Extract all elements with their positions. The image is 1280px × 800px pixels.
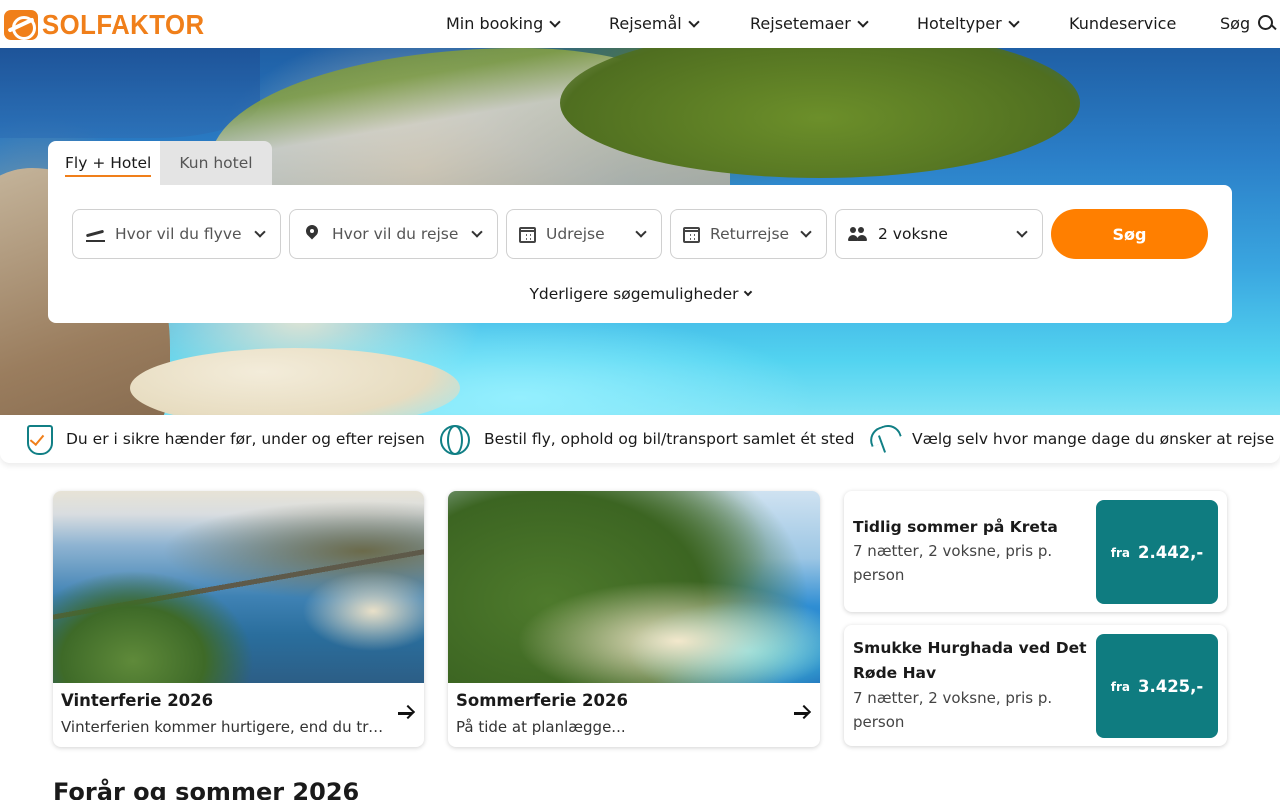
calendar-icon xyxy=(519,227,536,243)
price-prefix: fra xyxy=(1110,546,1130,560)
section-title: Forår og sommer 2026 xyxy=(53,778,360,800)
nav-label: Rejsemål xyxy=(609,14,682,33)
site-header: SOLFAKTOR Min booking Rejsemål Rejsetema… xyxy=(0,0,1280,48)
nav-search-label: Søg xyxy=(1220,14,1251,33)
nav-hoteltyper[interactable]: Hoteltyper xyxy=(917,14,1020,33)
chevron-down-icon xyxy=(635,226,647,238)
departure-date-field[interactable]: Udrejse xyxy=(506,209,662,259)
nav-rejsetemaer[interactable]: Rejsetemaer xyxy=(750,14,869,33)
shield-check-icon xyxy=(26,424,53,455)
tab-label: Kun hotel xyxy=(179,154,253,172)
chevron-down-icon xyxy=(471,226,483,238)
price-badge: fra 3.425,- xyxy=(1096,634,1218,738)
price-value: 3.425,- xyxy=(1137,676,1204,696)
usp-text: Vælg selv hvor mange dage du ønsker at r… xyxy=(912,430,1275,448)
plane-departure-icon xyxy=(85,224,105,244)
deal-subtitle: 7 nætter, 2 voksne, pris p. person xyxy=(853,542,1053,584)
nav-label: Rejsetemaer xyxy=(750,14,851,33)
usp-item: Vælg selv hvor mange dage du ønsker at r… xyxy=(866,423,1274,455)
globe-icon xyxy=(436,424,470,455)
usp-text: Du er i sikre hænder før, under og efter… xyxy=(66,430,425,448)
chevron-down-icon xyxy=(254,226,266,238)
arrow-right-icon[interactable] xyxy=(794,705,810,721)
usp-item: Bestil fly, ophold og bil/transport saml… xyxy=(436,423,854,455)
hero-sea xyxy=(0,48,260,138)
logo-text: SOLFAKTOR xyxy=(42,9,205,40)
card-image xyxy=(53,491,424,683)
chevron-down-icon xyxy=(857,15,869,28)
search-panel: Hvor vil du flyve fra? Hvor vil du rejse… xyxy=(48,185,1232,323)
location-pin-icon xyxy=(302,224,322,244)
chevron-down-icon xyxy=(1008,15,1020,28)
departure-placeholder: Udrejse xyxy=(546,225,605,243)
usp-bar: Du er i sikre hænder før, under og efter… xyxy=(0,415,1280,463)
search-tabs: Fly + Hotel Kun hotel xyxy=(48,141,272,185)
nav-search[interactable]: Søg xyxy=(1220,14,1276,33)
calendar-icon xyxy=(683,227,700,243)
nav-kundeservice[interactable]: Kundeservice xyxy=(1069,14,1176,33)
destination-field[interactable]: Hvor vil du rejse hen? xyxy=(289,209,498,259)
price-prefix: fra xyxy=(1110,680,1130,694)
deal-hurghada[interactable]: Smukke Hurghada ved Det Røde Hav 7 nætte… xyxy=(844,625,1227,746)
card-vinterferie[interactable]: Vinterferie 2026 Vinterferien kommer hur… xyxy=(53,491,424,747)
hero-beach xyxy=(130,348,460,415)
nav-label: Kundeservice xyxy=(1069,14,1177,33)
usp-text: Bestil fly, ophold og bil/transport saml… xyxy=(484,430,855,448)
tab-label: Fly + Hotel xyxy=(65,149,152,177)
from-field[interactable]: Hvor vil du flyve fra? xyxy=(72,209,281,259)
price-badge: fra 2.442,- xyxy=(1096,500,1218,604)
travelers-field[interactable]: 2 voksne xyxy=(835,209,1043,259)
travelers-value: 2 voksne xyxy=(878,225,948,243)
return-placeholder: Returrejse xyxy=(710,225,790,243)
people-icon xyxy=(848,224,868,244)
nav-rejsemaal[interactable]: Rejsemål xyxy=(609,14,700,33)
more-options-label: Yderligere søgemuligheder xyxy=(529,285,739,303)
search-icon xyxy=(1258,14,1276,33)
solfaktor-logo[interactable]: SOLFAKTOR xyxy=(4,9,219,41)
chevron-down-icon xyxy=(743,287,752,297)
nav-label: Min booking xyxy=(446,14,544,33)
destination-placeholder: Hvor vil du rejse hen? xyxy=(332,225,463,243)
more-search-options[interactable]: Yderligere søgemuligheder xyxy=(48,285,1232,303)
sun-logo-icon xyxy=(4,10,38,40)
usp-item: Du er i sikre hænder før, under og efter… xyxy=(26,423,425,455)
deal-subtitle: 7 nætter, 2 voksne, pris p. person xyxy=(853,689,1053,731)
deal-title: Tidlig sommer på Kreta xyxy=(853,518,1058,536)
price-value: 2.442,- xyxy=(1137,542,1204,562)
search-button[interactable]: Søg xyxy=(1051,209,1208,259)
return-date-field[interactable]: Returrejse xyxy=(670,209,827,259)
deal-kreta[interactable]: Tidlig sommer på Kreta 7 nætter, 2 voksn… xyxy=(844,491,1227,612)
from-placeholder: Hvor vil du flyve fra? xyxy=(115,225,246,243)
chevron-down-icon xyxy=(688,15,700,28)
card-title: Vinterferie 2026 xyxy=(61,691,214,710)
nav-label: Hoteltyper xyxy=(917,14,1002,33)
tab-fly-hotel[interactable]: Fly + Hotel xyxy=(48,141,160,185)
card-sommerferie[interactable]: Sommerferie 2026 På tide at planlægge... xyxy=(448,491,820,747)
nav-min-booking[interactable]: Min booking xyxy=(446,14,561,33)
chevron-down-icon xyxy=(549,15,561,28)
card-subtitle: På tide at planlægge... xyxy=(456,718,626,736)
beach-umbrella-icon xyxy=(866,423,898,455)
arrow-right-icon[interactable] xyxy=(398,705,414,721)
chevron-down-icon xyxy=(800,226,812,238)
card-subtitle: Vinterferien kommer hurtigere, end du tr… xyxy=(61,718,391,736)
card-title: Sommerferie 2026 xyxy=(456,691,628,710)
card-image xyxy=(448,491,820,683)
deal-title: Smukke Hurghada ved Det Røde Hav xyxy=(853,639,1087,682)
tab-kun-hotel[interactable]: Kun hotel xyxy=(160,141,272,185)
chevron-down-icon xyxy=(1016,226,1028,238)
